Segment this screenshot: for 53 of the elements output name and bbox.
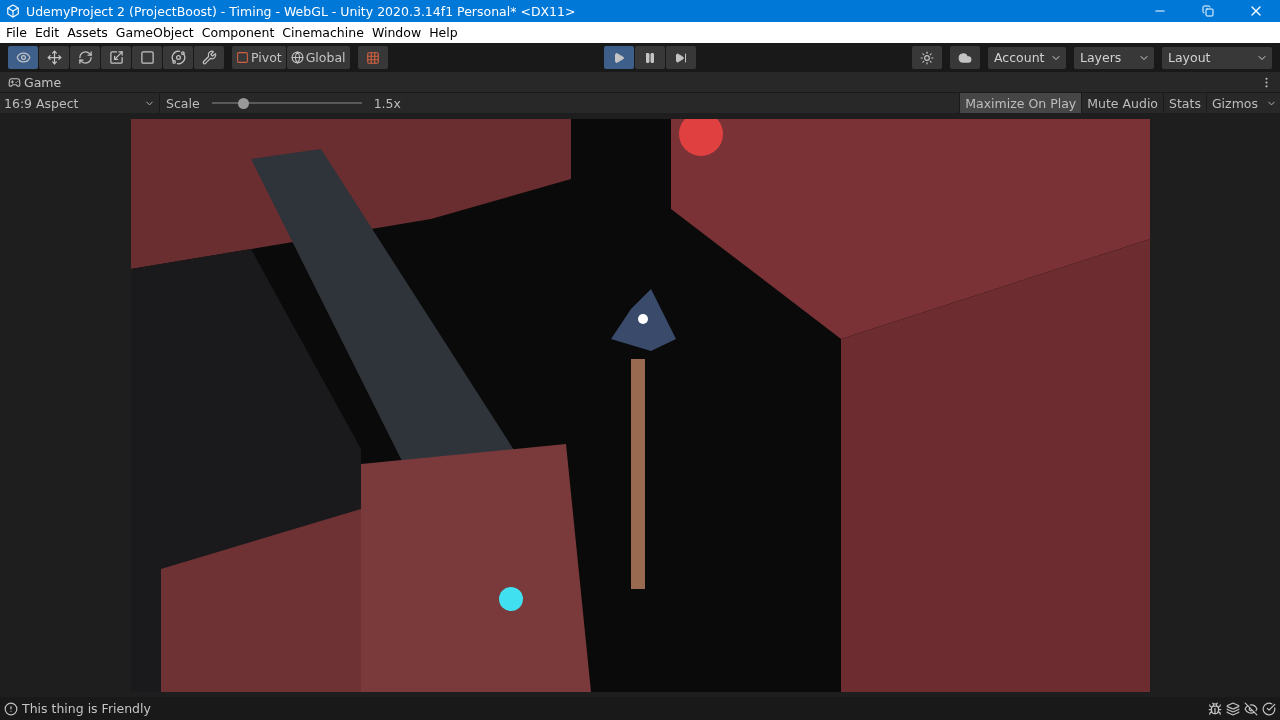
menu-item[interactable]: Component [197,25,279,40]
global-button[interactable]: Global [286,46,350,69]
square-icon [236,51,249,64]
status-message: This thing is Friendly [22,701,152,716]
rect-tool-button[interactable] [132,46,162,69]
bug-icon[interactable] [1208,701,1222,716]
restore-icon [1202,5,1214,17]
layers-icon[interactable] [1226,701,1240,716]
grid-snap-button[interactable] [357,46,388,69]
game-tab[interactable]: Game [6,74,64,90]
toggle-button[interactable]: Maximize On Play [959,93,1082,113]
menu-item[interactable]: Cinemachine [278,25,368,40]
globe-icon [290,51,304,64]
dropdown[interactable]: Layers [1074,46,1154,69]
sun-icon [920,50,934,65]
slider-thumb[interactable] [238,97,250,109]
move-tool-button[interactable] [39,46,69,69]
view-icon [15,50,31,65]
rotate-tool-button[interactable] [70,46,100,69]
step-icon [674,51,687,64]
scale-label: Scale [165,95,201,111]
check-circle-icon[interactable] [1262,701,1276,716]
dropdown[interactable]: Account [988,46,1066,69]
dropdown[interactable]: Layout [1162,46,1272,69]
custom-tool-button[interactable] [194,46,224,69]
cloud-button[interactable] [950,46,980,69]
transform-tool-button[interactable] [163,46,193,69]
warning-icon [4,701,18,716]
pivot-button[interactable]: Pivot [232,46,286,69]
window-title: UdemyProject 2 (ProjectBoost) - Timing - WebGL - Unity 2020.3.14f1 Personal* <DX11> [26,3,577,19]
play-icon [612,51,625,64]
menu-item[interactable]: Assets [63,25,112,40]
play-button[interactable] [603,46,634,69]
scale-tool-button[interactable] [101,46,131,69]
eye-off-icon[interactable] [1244,701,1258,716]
menu-item[interactable]: File [2,25,31,40]
menu-item[interactable]: GameObject [111,25,198,40]
rotate-icon [77,50,93,65]
pause-icon [643,51,656,64]
pause-button[interactable] [634,46,665,69]
step-button[interactable] [665,46,696,69]
cloud-icon [958,50,972,65]
menu-item[interactable]: Edit [30,25,64,40]
scale-icon [108,50,124,65]
rect-icon [139,50,155,65]
view-tool-button[interactable] [8,46,38,69]
gamepad-icon [8,75,21,89]
scale-value: 1.5x [372,95,402,111]
grid-icon [365,50,380,65]
lighting-button[interactable] [912,46,942,69]
menu-item[interactable]: Window [367,25,426,40]
menu-item[interactable]: Help [425,25,462,40]
move-icon [46,50,62,65]
